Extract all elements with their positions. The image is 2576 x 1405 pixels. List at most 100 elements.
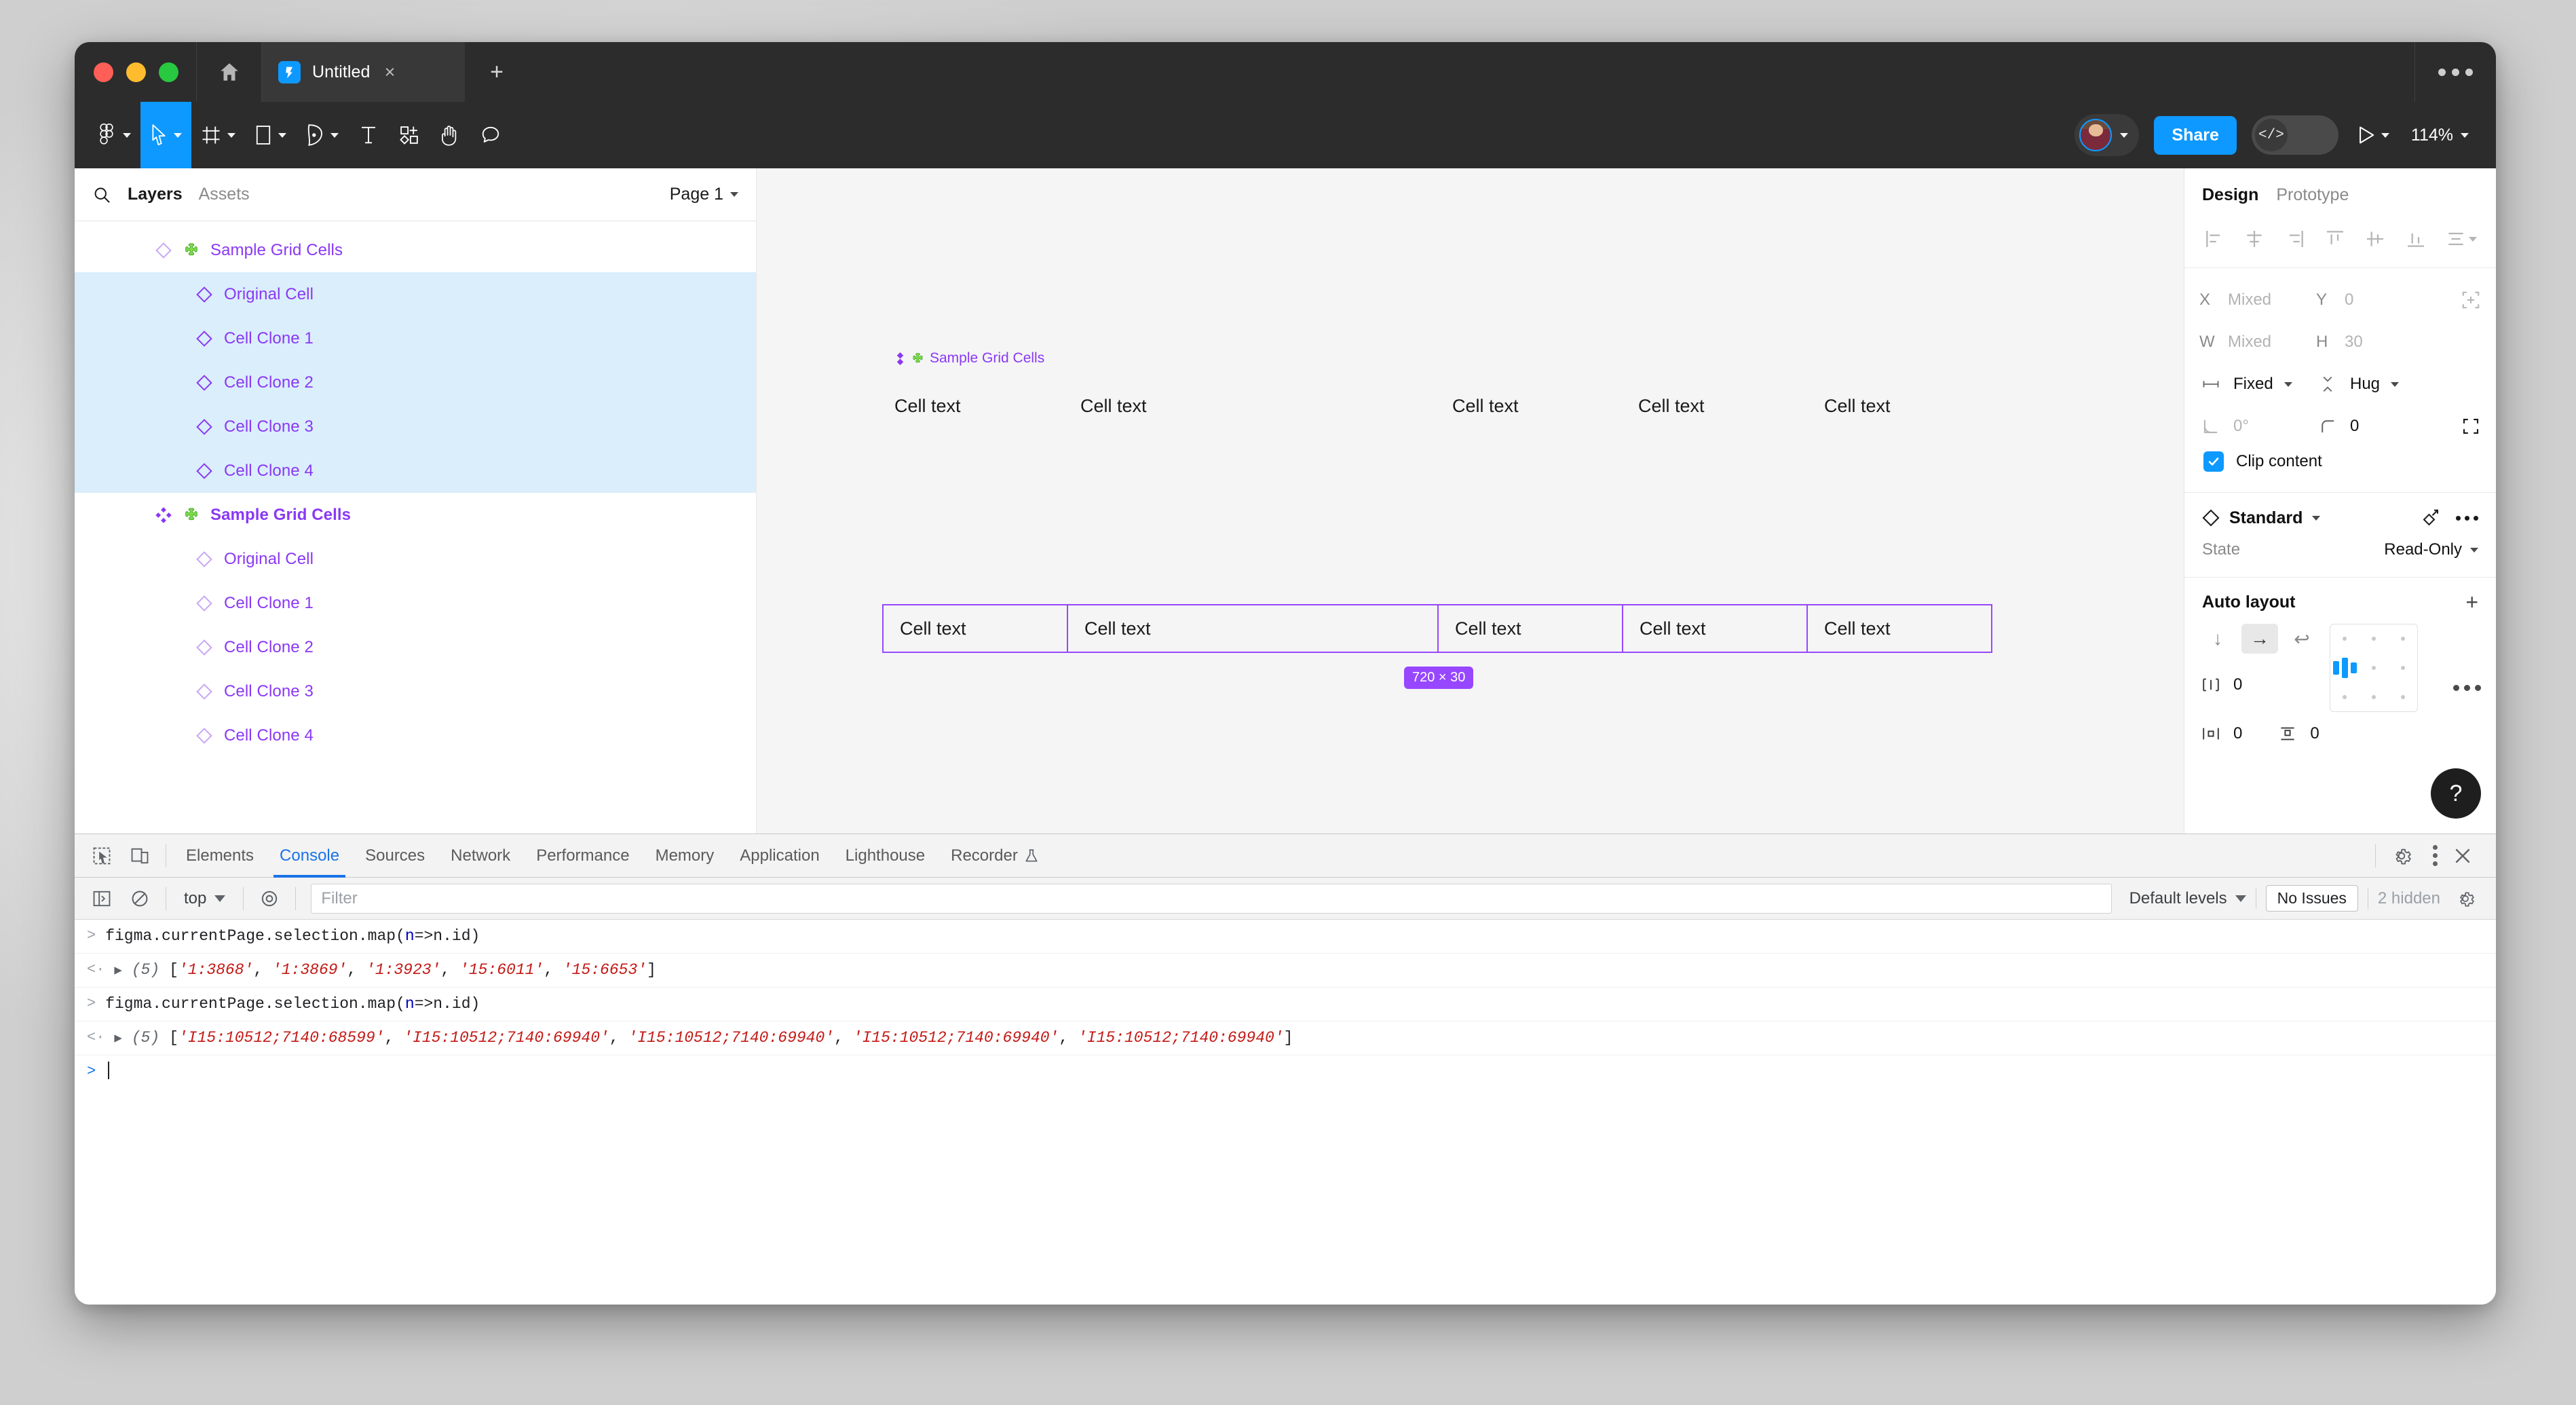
devtools-tab[interactable]: Console: [267, 834, 352, 878]
clear-console-icon[interactable]: [121, 878, 159, 920]
devtools-tab[interactable]: Sources: [352, 834, 438, 878]
tab-layers[interactable]: Layers: [128, 185, 183, 204]
layer-row[interactable]: Cell Clone 3: [75, 405, 756, 449]
minimize-window-button[interactable]: [126, 62, 146, 82]
alignment-pad-icon[interactable]: [2330, 624, 2418, 712]
tool-figma-menu[interactable]: [87, 102, 140, 168]
live-expression-icon[interactable]: [250, 878, 288, 920]
console-line[interactable]: <· ▶ (5) ['1:3868', '1:3869', '1:3923', '1…: [75, 954, 2496, 988]
console-prompt-input[interactable]: [105, 1062, 110, 1083]
height-field[interactable]: H 30: [2316, 333, 2433, 352]
zoom-menu[interactable]: 114%: [2408, 102, 2471, 168]
console-filter-input[interactable]: Filter: [311, 883, 2112, 914]
close-icon[interactable]: [2450, 834, 2488, 878]
align-horizontal-centers-icon[interactable]: [2243, 228, 2265, 250]
selected-cell[interactable]: Cell text: [1806, 604, 1992, 653]
user-avatar-menu[interactable]: [2075, 114, 2140, 156]
present-button[interactable]: [2353, 102, 2393, 168]
close-window-button[interactable]: [94, 62, 113, 82]
page-selector[interactable]: Page 1: [670, 185, 738, 204]
share-button[interactable]: Share: [2154, 115, 2237, 155]
console-line[interactable]: > figma.currentPage.selection.map(n=>n.id…: [75, 920, 2496, 954]
console-line[interactable]: > figma.currentPage.selection.map(n=>n.id…: [75, 988, 2496, 1022]
new-tab-button[interactable]: +: [466, 42, 528, 102]
devtools-tab[interactable]: Performance: [523, 834, 642, 878]
devtools-tab[interactable]: Lighthouse: [833, 834, 938, 878]
search-icon[interactable]: [92, 185, 111, 204]
layer-row[interactable]: Original Cell: [75, 537, 756, 581]
selected-cell[interactable]: Cell text: [1622, 604, 1808, 653]
home-button[interactable]: [197, 42, 262, 102]
selected-cell[interactable]: Cell text: [1437, 604, 1623, 653]
devtools-tab[interactable]: Application: [727, 834, 832, 878]
devtools-tab[interactable]: Recorder: [938, 834, 1052, 878]
layer-row[interactable]: Cell Clone 1: [75, 581, 756, 625]
independent-corners-button[interactable]: [2461, 416, 2481, 436]
absolute-position-button[interactable]: [2461, 290, 2481, 310]
console-line[interactable]: >: [75, 1055, 2496, 1089]
horizontal-direction[interactable]: →: [2241, 624, 2278, 654]
width-field[interactable]: W Mixed: [2199, 333, 2316, 352]
align-bottom-icon[interactable]: [2405, 228, 2427, 250]
horizontal-resizing-field[interactable]: Fixed: [2199, 375, 2316, 394]
console-sidebar-icon[interactable]: [83, 878, 121, 920]
horizontal-padding-field[interactable]: 0 0: [2199, 716, 2320, 751]
more-vertical-icon[interactable]: [2421, 845, 2450, 866]
chevron-down-icon[interactable]: [2312, 515, 2321, 521]
device-toolbar-icon[interactable]: [121, 834, 159, 878]
tab-prototype[interactable]: Prototype: [2276, 185, 2349, 205]
tool-pen[interactable]: [296, 102, 348, 168]
window-menu-button[interactable]: [2414, 42, 2496, 102]
vertical-direction[interactable]: ↓: [2199, 624, 2236, 654]
component-more-button[interactable]: [2456, 515, 2478, 521]
distribute-menu[interactable]: [2445, 228, 2477, 250]
console-settings-gear-icon[interactable]: [2450, 878, 2488, 920]
tool-move[interactable]: [140, 102, 191, 168]
devtools-tab[interactable]: Network: [438, 834, 523, 878]
layer-row[interactable]: Original Cell: [75, 272, 756, 316]
tab-design[interactable]: Design: [2202, 185, 2258, 205]
console-context-selector[interactable]: top: [173, 889, 236, 908]
tool-frame[interactable]: [191, 102, 245, 168]
corner-radius-field[interactable]: 0: [2316, 417, 2433, 436]
layer-row[interactable]: Cell Clone 3: [75, 669, 756, 713]
align-vertical-centers-icon[interactable]: [2364, 228, 2386, 250]
settings-gear-icon[interactable]: [2383, 834, 2421, 878]
canvas-cell-text[interactable]: Cell text: [894, 396, 961, 417]
property-value-select[interactable]: Read-Only: [2384, 540, 2478, 559]
gap-field[interactable]: 0: [2199, 667, 2320, 702]
canvas-cell-text[interactable]: Cell text: [1452, 396, 1519, 417]
align-top-icon[interactable]: [2324, 228, 2346, 250]
swap-instance-icon[interactable]: [2421, 508, 2441, 528]
layer-row[interactable]: Cell Clone 4: [75, 449, 756, 493]
tool-shape[interactable]: [245, 102, 296, 168]
close-tab-button[interactable]: ×: [382, 62, 398, 81]
canvas-cell-text[interactable]: Cell text: [1638, 396, 1705, 417]
dev-mode-toggle[interactable]: </>: [2251, 115, 2338, 155]
x-field[interactable]: X Mixed: [2199, 291, 2316, 310]
add-auto-layout-button[interactable]: +: [2465, 591, 2478, 613]
wrap-direction[interactable]: ↩: [2284, 624, 2320, 654]
layer-row[interactable]: Sample Grid Cells: [75, 228, 756, 272]
auto-layout-more-button[interactable]: [2453, 684, 2481, 691]
design-canvas[interactable]: Sample Grid Cells Cell text Cell text Cell…: [757, 168, 2184, 833]
layer-row[interactable]: Cell Clone 2: [75, 360, 756, 405]
console-output[interactable]: > figma.currentPage.selection.map(n=>n.id…: [75, 920, 2496, 1305]
layer-row[interactable]: Cell Clone 4: [75, 713, 756, 757]
expand-triangle-icon[interactable]: ▶: [114, 960, 121, 980]
console-levels-selector[interactable]: Default levels: [2120, 889, 2256, 908]
tool-resources[interactable]: [389, 102, 430, 168]
help-button[interactable]: ?: [2431, 768, 2481, 819]
selected-cell[interactable]: Cell text: [882, 604, 1068, 653]
align-right-icon[interactable]: [2284, 228, 2306, 250]
frame-label[interactable]: Sample Grid Cells: [894, 350, 1044, 367]
clip-content-row[interactable]: Clip content: [2199, 447, 2481, 481]
layer-row[interactable]: Sample Grid Cells: [75, 493, 756, 537]
console-line[interactable]: <· ▶ (5) ['I15:10512;7140:68599', 'I15:105…: [75, 1022, 2496, 1056]
tab-assets[interactable]: Assets: [199, 185, 250, 204]
file-tab[interactable]: Untitled ×: [262, 42, 466, 102]
maximize-window-button[interactable]: [159, 62, 178, 82]
layer-row[interactable]: Cell Clone 1: [75, 316, 756, 360]
tool-hand[interactable]: [430, 102, 470, 168]
layer-row[interactable]: Cell Clone 2: [75, 625, 756, 669]
